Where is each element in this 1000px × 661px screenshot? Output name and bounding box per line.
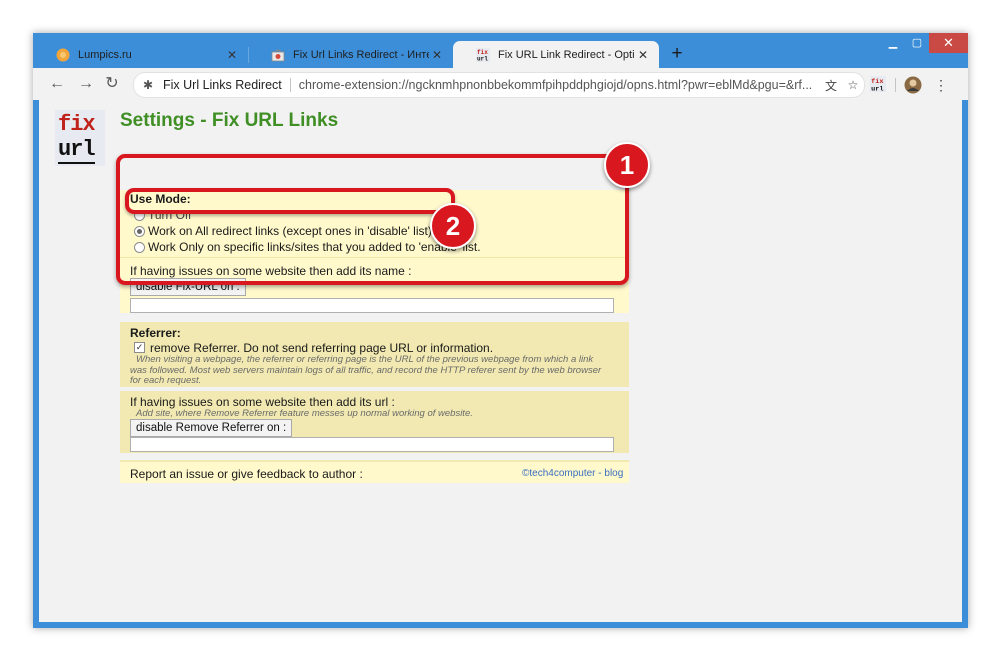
remove-referrer-checkbox[interactable]: ✓ (134, 342, 145, 353)
tab-options-active[interactable]: fixurl Fix URL Link Redirect - Options ✕ (453, 41, 659, 68)
chrome-store-icon (271, 49, 285, 61)
fixurl-icon: fixurl (870, 76, 886, 93)
referrer-desc-3: for each request. (130, 375, 202, 386)
referrer-panel: Referrer: ✓ remove Referrer. Do not send… (120, 322, 629, 387)
disable-remove-referrer-button[interactable]: disable Remove Referrer on : (130, 419, 293, 437)
minimize-icon[interactable]: ▁ (881, 33, 905, 53)
tab-label: Fix URL Link Redirect - Options (498, 48, 635, 61)
address-bar[interactable]: ✱ Fix Url Links Redirect chrome-extensio… (133, 72, 865, 98)
reload-icon[interactable]: ↻ (102, 74, 122, 94)
extension-name: Fix Url Links Redirect (163, 78, 282, 92)
star-icon[interactable]: ☆ (842, 78, 864, 92)
logo-text-fix: fix (58, 112, 96, 137)
remove-referrer-label: remove Referrer. Do not send referring p… (150, 341, 494, 355)
referrer-desc-1: When visiting a webpage, the referrer or… (136, 354, 594, 365)
highlight-use-mode (116, 154, 629, 285)
maximize-icon[interactable]: ▢ (905, 33, 929, 53)
tab-lumpics[interactable]: Lumpics.ru ✕ (33, 41, 248, 68)
forward-arrow-icon[interactable]: → (76, 74, 96, 94)
profile-avatar-icon[interactable] (904, 76, 922, 94)
avatar (904, 76, 922, 94)
fixurl-logo: fix url (55, 110, 105, 166)
step-badge-2: 2 (430, 203, 476, 249)
url-text[interactable]: chrome-extension://ngcknmhpnonbbekommfpi… (299, 78, 820, 92)
omnibox-divider (289, 78, 291, 92)
menu-kebab-icon[interactable]: ⋮ (932, 76, 950, 94)
fixurl-extension-icon[interactable]: fix url (869, 76, 887, 94)
referrer-issue-panel: If having issues on some website then ad… (120, 391, 629, 453)
highlight-work-all (125, 188, 455, 214)
close-icon[interactable]: ✕ (635, 48, 651, 62)
referrer-heading: Referrer: (130, 326, 181, 340)
tab-chrome-store[interactable]: Fix Url Links Redirect - Интернет ✕ (248, 41, 453, 68)
logo-text-url: url (58, 137, 96, 164)
back-arrow-icon[interactable]: ← (47, 74, 67, 94)
close-icon[interactable]: ✕ (224, 48, 240, 62)
footer-panel: Report an issue or give feedback to auth… (120, 460, 629, 483)
page-title: Settings - Fix URL Links (120, 110, 339, 131)
step-badge-1: 1 (604, 142, 650, 188)
tab-label: Fix Url Links Redirect - Интернет (293, 48, 429, 61)
puzzle-icon: ✱ (143, 78, 154, 92)
title-bar: Lumpics.ru ✕ Fix Url Links Redirect - Ин… (33, 33, 968, 68)
close-icon[interactable]: ✕ (429, 48, 445, 62)
browser-window: Lumpics.ru ✕ Fix Url Links Redirect - Ин… (33, 33, 968, 628)
translate-icon[interactable]: 文 (820, 77, 842, 94)
browser-toolbar: ← → ↻ ✱ Fix Url Links Redirect chrome-ex… (33, 68, 968, 100)
toolbar-divider (895, 78, 896, 92)
tab-label: Lumpics.ru (78, 48, 132, 61)
referrer-site-input[interactable] (130, 437, 614, 452)
site-name-input[interactable] (130, 298, 614, 313)
svg-text:url: url (871, 85, 883, 92)
orange-circle-icon (56, 48, 70, 61)
referrer-issue-text: If having issues on some website then ad… (130, 395, 395, 409)
new-tab-icon[interactable]: + (666, 43, 688, 65)
report-issue-text: Report an issue or give feedback to auth… (130, 467, 363, 481)
fixurl-icon: fixurl (476, 47, 490, 62)
window-close-icon[interactable]: ✕ (929, 33, 968, 53)
author-blog-link[interactable]: ©tech4computer - blog (522, 468, 623, 479)
svg-text:url: url (477, 55, 488, 62)
referrer-issue-hint: Add site, where Remove Referrer feature … (136, 408, 473, 419)
